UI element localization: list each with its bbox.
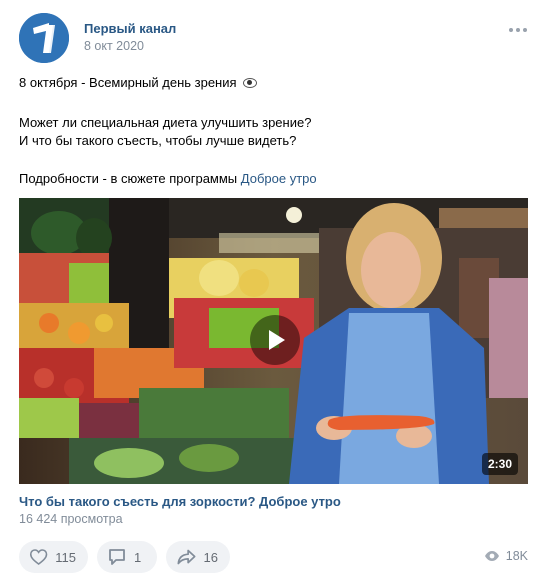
more-dot-icon xyxy=(516,28,520,32)
post-text-prefix: Подробности - в сюжете программы xyxy=(19,171,241,186)
post-text-line: И что бы такого съесть, чтобы лучше виде… xyxy=(19,133,297,148)
play-button[interactable] xyxy=(250,315,300,365)
eye-emoji-icon xyxy=(243,78,258,88)
post-text-line: Подробности - в сюжете программы Доброе … xyxy=(19,170,317,188)
channel-one-logo-icon xyxy=(19,13,69,63)
video-views-count: 16 424 просмотра xyxy=(19,512,123,526)
program-link[interactable]: Доброе утро xyxy=(241,171,317,186)
heart-icon xyxy=(29,549,48,565)
post-date[interactable]: 8 окт 2020 xyxy=(84,39,144,53)
comment-icon xyxy=(109,549,125,565)
comment-button[interactable]: 1 xyxy=(97,541,157,573)
eye-icon xyxy=(484,551,499,561)
like-button[interactable]: 115 xyxy=(19,541,88,573)
video-player[interactable]: 2:30 xyxy=(19,198,528,484)
comment-count: 1 xyxy=(134,549,142,565)
post-text-line: 8 октября - Всемирный день зрения xyxy=(19,74,258,92)
share-arrow-icon xyxy=(177,549,196,565)
video-title-link[interactable]: Что бы такого съесть для зоркости? Добро… xyxy=(19,494,341,509)
total-views-count: 18K xyxy=(505,549,528,563)
video-duration: 2:30 xyxy=(481,453,518,475)
post-text-title: 8 октября - Всемирный день зрения xyxy=(19,75,237,90)
share-count: 16 xyxy=(203,549,218,565)
more-dot-icon xyxy=(509,28,513,32)
more-options-button[interactable] xyxy=(508,23,528,37)
channel-avatar[interactable] xyxy=(19,13,69,63)
more-dot-icon xyxy=(523,28,527,32)
author-name[interactable]: Первый канал xyxy=(84,21,176,36)
total-views: 18K xyxy=(484,549,528,563)
share-button[interactable]: 16 xyxy=(166,541,230,573)
like-count: 115 xyxy=(55,549,76,565)
post-text-line: Может ли специальная диета улучшить зрен… xyxy=(19,115,312,130)
post-card: Первый канал 8 окт 2020 8 октября - Всем… xyxy=(0,0,546,585)
